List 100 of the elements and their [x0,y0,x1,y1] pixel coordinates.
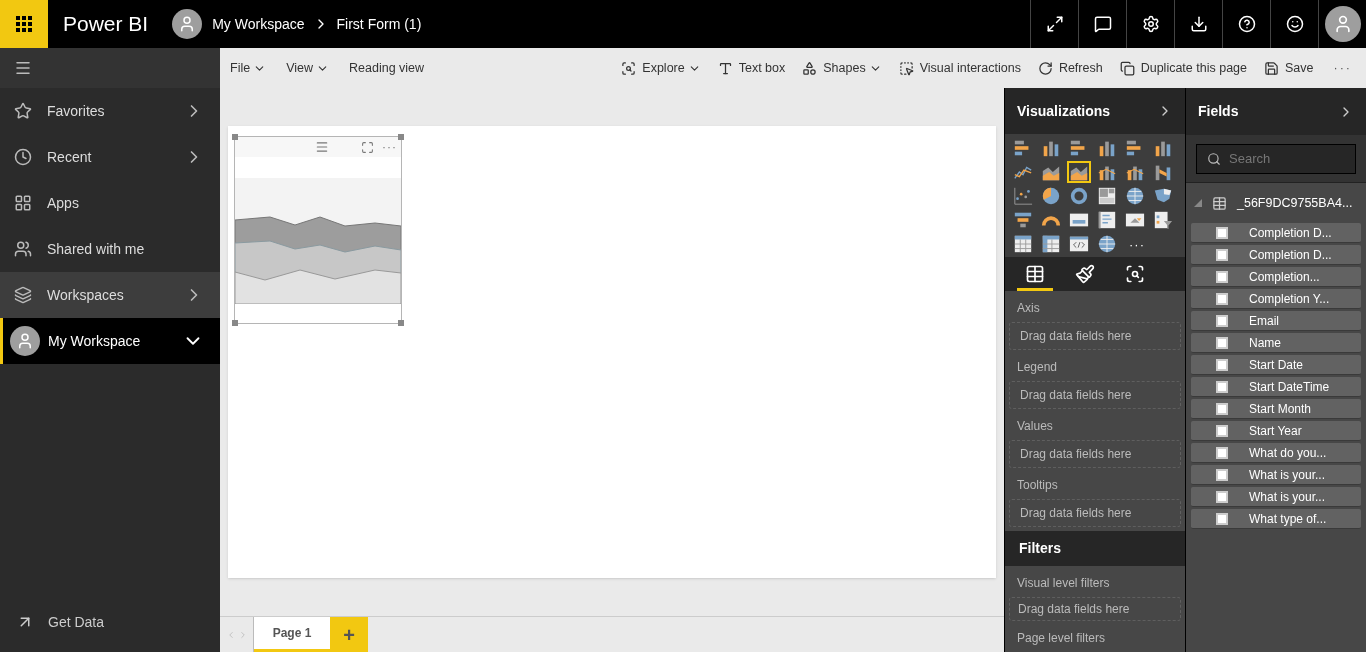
sidebar-item[interactable]: Workspaces [0,272,220,318]
sidebar-item[interactable]: Apps [0,180,220,226]
app-title: Power BI [63,11,149,38]
well-label: Legend [1017,358,1059,376]
toolbar-button[interactable]: Text box [717,58,786,78]
checkbox[interactable] [1216,512,1228,525]
checkbox[interactable] [1216,402,1228,415]
checkbox[interactable] [1216,490,1228,503]
pane-title: Filters [1019,538,1061,558]
drop-field[interactable]: Drag data fields here [1009,597,1181,621]
shapes-icon [802,60,818,76]
menu-button[interactable]: Reading view [349,58,425,78]
resize-handle[interactable] [398,320,404,326]
comment-icon [1093,15,1112,33]
filter-section-label: Page level filters [1017,630,1107,647]
checkbox[interactable] [1216,424,1228,437]
field-item[interactable]: Completion... [1191,267,1361,287]
more-button[interactable]: ··· [382,141,397,153]
well-label: Values [1017,417,1054,435]
resize-handle[interactable] [398,134,404,140]
app-launcher-button[interactable] [0,0,48,48]
sidebar-item[interactable]: My Workspace [0,318,220,364]
drop-field[interactable]: Drag data fields here [1009,498,1181,527]
pane-title: Fields [1198,102,1239,121]
checkbox[interactable] [1216,468,1228,481]
toolbar-button[interactable]: Duplicate this page [1119,58,1247,78]
field-item[interactable]: What do you... [1191,443,1361,463]
toolbar-button[interactable]: Explore [621,58,701,78]
field-item[interactable]: What is your... [1191,465,1361,485]
field-item[interactable]: What type of... [1191,509,1361,529]
field-item[interactable]: Email [1191,311,1361,331]
copy-icon [1119,60,1135,76]
save-icon [1264,60,1279,76]
checkbox[interactable] [1216,248,1228,261]
field-item[interactable]: Start DateTime [1191,377,1361,397]
table-icon [1025,264,1045,285]
checkbox[interactable] [1216,358,1228,371]
drop-field[interactable]: Drag data fields here [1009,439,1181,468]
breadcrumb-link[interactable]: First Form (1) [336,13,422,35]
toolbar-button[interactable]: Refresh [1037,58,1103,78]
field-item[interactable]: Start Month [1191,399,1361,419]
drop-field[interactable]: Drag data fields here [1009,321,1181,350]
breadcrumb-link[interactable]: My Workspace [212,13,305,35]
pointer-box-icon [898,60,914,76]
page-tab[interactable]: Page 1 [254,617,330,652]
paint-roller-icon [1075,264,1095,285]
field-item[interactable]: Completion D... [1191,223,1361,243]
toolbar-button[interactable]: Visual interactions [898,58,1021,78]
checkbox[interactable] [1216,380,1228,393]
field-item[interactable]: Start Year [1191,421,1361,441]
field-item[interactable]: Completion Y... [1191,289,1361,309]
checkbox[interactable] [1216,292,1228,305]
smiley-icon [1285,15,1304,33]
field-item[interactable]: What is your... [1191,487,1361,507]
toolbar-button[interactable]: Shapes [802,58,882,78]
menu-icon [14,59,32,77]
well-label: Tooltips [1017,476,1059,494]
sidebar-item[interactable]: Shared with me [0,226,220,272]
pane-title: Visualizations [1017,101,1111,121]
resize-handle[interactable] [232,134,238,140]
help-icon [1237,15,1256,33]
stack-icon [14,286,32,304]
text-box-icon [717,60,733,76]
checkbox[interactable] [1216,336,1228,349]
drag-handle-icon [315,140,329,154]
sidebar-item[interactable]: Recent [0,134,220,180]
refresh-icon [1037,60,1053,76]
scatter-chart-icon[interactable] [1011,185,1035,208]
download-icon [1189,15,1208,33]
checkbox[interactable] [1216,270,1228,283]
table-tree-item[interactable]: _56F9DC9755BA4... [1186,183,1366,223]
add-page-button[interactable]: + [330,617,368,652]
drop-field[interactable]: Drag data fields here [1009,380,1181,409]
resize-handle[interactable] [232,320,238,326]
field-item[interactable]: Start Date [1191,355,1361,375]
get-data-link[interactable]: Get Data [16,611,105,633]
search-icon [1207,151,1221,166]
clock-icon [14,148,32,166]
checkbox[interactable] [1216,226,1228,239]
filter-section-label: Visual level filters [1017,575,1111,592]
area-chart-icon[interactable] [1067,161,1091,184]
menu-button[interactable] [14,59,32,77]
sidebar-item[interactable]: Favorites [0,88,220,134]
field-item[interactable]: Completion D... [1191,245,1361,265]
more-button[interactable]: ··· [1333,58,1352,78]
toolbar-button[interactable]: Save [1264,58,1314,78]
visual-frame[interactable]: ··· [234,136,402,324]
menu-button[interactable]: View [286,58,330,78]
table-icon [1212,195,1227,211]
checkbox[interactable] [1216,314,1228,327]
magnifier-chart-icon [621,60,637,76]
search-field[interactable]: Search [1196,143,1356,174]
well-label: Axis [1017,299,1041,317]
menu-button[interactable]: File [230,58,267,78]
avatar-icon [10,326,40,356]
grid-icon [16,16,32,32]
checkbox[interactable] [1216,446,1228,459]
people-icon [14,240,32,258]
field-item[interactable]: Name [1191,333,1361,353]
more-visuals-button[interactable]: ··· [1123,233,1151,256]
